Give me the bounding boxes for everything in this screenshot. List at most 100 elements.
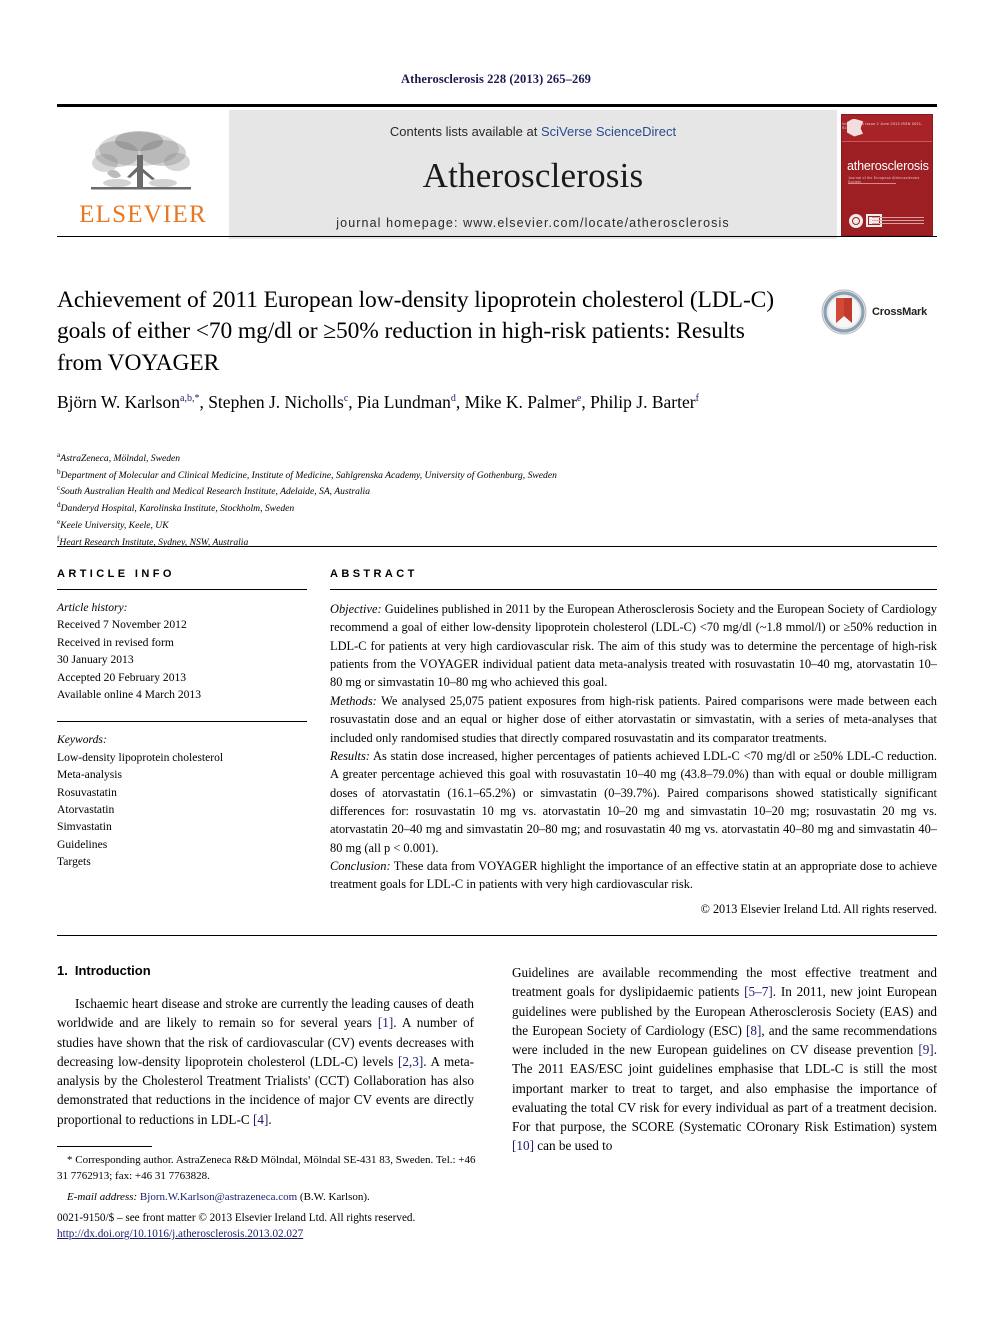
email-label: E-mail address: [67, 1190, 138, 1203]
abstract-results: Results: As statin dose increased, highe… [330, 747, 937, 857]
frontmatter-block: 0021-9150/$ – see front matter © 2013 El… [57, 1211, 527, 1243]
author-name: Stephen J. Nicholls [208, 392, 344, 412]
affiliation-item: eKeele University, Keele, UK [57, 517, 887, 534]
introduction-heading: 1. Introduction [57, 963, 474, 978]
cover-issue-text: Volume 228 Issue 2 June 2013 ISSN 0021-9… [842, 121, 923, 130]
history-item: 30 January 2013 [57, 653, 134, 667]
running-head: Atherosclerosis 228 (2013) 265–269 [400, 72, 592, 86]
body-column-left: 1. Introduction Ischaemic heart disease a… [57, 963, 474, 1129]
reference-citation[interactable]: [10] [512, 1138, 534, 1153]
cover-circle-badge-icon [849, 213, 863, 228]
abstract-section-top-rule [57, 546, 937, 547]
body-column-right: Guidelines are available recommending th… [512, 963, 937, 1156]
keywords-block: Keywords: Low-density lipoprotein choles… [57, 721, 307, 870]
author-name: Pia Lundman [357, 392, 451, 412]
keyword-item: Low-density lipoprotein cholesterol [57, 750, 224, 764]
history-item: Available online 4 March 2013 [57, 687, 202, 701]
author-marks: f [695, 393, 699, 405]
masthead-bottom-rule [57, 236, 937, 237]
contents-prefix: Contents lists available at [389, 123, 541, 139]
abstract-column: ABSTRACT Objective: Guidelines published… [330, 568, 937, 917]
keywords-label: Keywords: [57, 733, 107, 747]
affiliation-text: AstraZeneca, Mölndal, Sweden [60, 453, 181, 465]
abstract-results-text: As statin dose increased, higher percent… [330, 748, 937, 855]
affiliation-text: South Australian Health and Medical Rese… [60, 486, 371, 498]
keyword-item: Rosuvastatin [57, 785, 117, 799]
reference-citation[interactable]: [8] [746, 1023, 761, 1038]
reference-citation[interactable]: [4] [253, 1112, 268, 1127]
affiliation-list: aAstraZeneca, Mölndal, Sweden bDepartmen… [57, 450, 887, 550]
crossmark-icon [821, 289, 867, 335]
footnote-block: * Corresponding author. AstraZeneca R&D … [57, 1152, 477, 1205]
email-note: E-mail address: Bjorn.W.Karlson@astrazen… [57, 1189, 477, 1205]
affiliation-text: Keele University, Keele, UK [60, 520, 169, 532]
affiliation-item: bDepartment of Molecular and Clinical Me… [57, 467, 887, 484]
affiliation-item: cSouth Australian Health and Medical Res… [57, 483, 887, 500]
abstract-conclusion-text: These data from VOYAGER highlight the im… [330, 859, 937, 892]
abstract-objective-text: Guidelines published in 2011 by the Euro… [330, 602, 937, 690]
author-marks: c [343, 393, 349, 405]
journal-homepage-link[interactable]: journal homepage: www.elsevier.com/locat… [336, 216, 729, 230]
author-name: Mike K. Palmer [464, 392, 577, 412]
affiliation-item: dDanderyd Hospital, Karolinska Institute… [57, 500, 887, 517]
reference-citation[interactable]: [1] [378, 1015, 393, 1030]
email-suffix: (B.W. Karlson). [297, 1190, 370, 1203]
author-marks: d [450, 393, 456, 405]
keyword-item: Guidelines [57, 837, 108, 851]
author-list: Björn W. Karlsona,b,*, Stephen J. Nichol… [57, 392, 699, 412]
journal-masthead: ELSEVIER Contents lists available at Sci… [57, 104, 937, 239]
history-item: Received in revised form [57, 635, 174, 649]
journal-title: Atherosclerosis [422, 155, 644, 195]
abstract-conclusion: Conclusion: These data from VOYAGER high… [330, 857, 937, 894]
sciencedirect-link[interactable]: SciVerse ScienceDirect [541, 124, 676, 139]
reference-citation[interactable]: [2,3] [398, 1054, 423, 1069]
reference-citation[interactable]: [5–7] [744, 984, 773, 999]
cover-divider [848, 182, 896, 184]
author-item: Björn W. Karlsona,b,* [57, 392, 199, 412]
article-info-column: ARTICLE INFO Article history: Received 7… [57, 568, 307, 870]
author-marks: a,b,* [180, 393, 200, 405]
crossmark-badge[interactable]: CrossMark [820, 288, 927, 336]
affiliation-text: Danderyd Hospital, Karolinska Institute,… [60, 503, 295, 515]
article-title: Achievement of 2011 European low-density… [57, 287, 774, 376]
introduction-heading-label: Introduction [74, 963, 151, 978]
keywords-rule [57, 721, 307, 723]
keyword-item: Simvastatin [57, 820, 112, 834]
abstract-copyright: © 2013 Elsevier Ireland Ltd. All rights … [700, 901, 937, 916]
introduction-number: 1. [57, 963, 68, 978]
journal-cover-thumbnail: Volume 228 Issue 2 June 2013 ISSN 0021-9… [837, 110, 937, 239]
author-name: Philip J. Barter [590, 392, 696, 412]
title-block: Achievement of 2011 European low-density… [57, 285, 787, 379]
abstract-rule [330, 589, 937, 590]
article-info-rule [57, 589, 307, 590]
history-item: Accepted 20 February 2013 [57, 670, 187, 684]
cover-bottom-lines [872, 216, 924, 226]
email-link[interactable]: Bjorn.W.Karlson@astrazeneca.com [140, 1191, 297, 1203]
article-history-label: Article history: [57, 601, 128, 614]
affiliation-item: aAstraZeneca, Mölndal, Sweden [57, 450, 887, 467]
author-item: Philip J. Barterf [590, 392, 699, 412]
abstract-objective-label: Objective: [330, 602, 382, 616]
cover-journal-title: atherosclerosis [847, 158, 929, 173]
reference-citation[interactable]: [9] [918, 1042, 933, 1057]
introduction-paragraph-2: Guidelines are available recommending th… [512, 965, 937, 1154]
article-page: Atherosclerosis 228 (2013) 265–269 ELSEV… [0, 0, 992, 1323]
abstract-body: Objective: Guidelines published in 2011 … [330, 600, 937, 894]
affiliation-item: fHeart Research Institute, Sydney, NSW, … [57, 534, 887, 551]
abstract-methods-text: We analysed 25,075 patient exposures fro… [330, 693, 937, 745]
abstract-methods: Methods: We analysed 25,075 patient expo… [330, 692, 937, 747]
masthead-center: Contents lists available at SciVerse Sci… [229, 110, 837, 239]
abstract-heading: ABSTRACT [330, 568, 418, 580]
elsevier-logo: ELSEVIER [57, 110, 229, 239]
history-item: Received 7 November 2012 [57, 618, 187, 632]
doi-link[interactable]: http://dx.doi.org/10.1016/j.atherosclero… [57, 1227, 527, 1243]
article-info-heading: ARTICLE INFO [57, 568, 175, 580]
abstract-methods-label: Methods: [330, 693, 377, 708]
author-item: Mike K. Palmere [465, 392, 582, 412]
elsevier-wordmark: ELSEVIER [79, 200, 207, 228]
abstract-results-label: Results: [330, 748, 370, 763]
frontmatter-line: 0021-9150/$ – see front matter © 2013 El… [57, 1212, 416, 1224]
crossmark-label: CrossMark [872, 306, 928, 318]
contents-available-line: Contents lists available at SciVerse Sci… [390, 124, 676, 139]
elsevier-tree-icon [91, 130, 191, 189]
